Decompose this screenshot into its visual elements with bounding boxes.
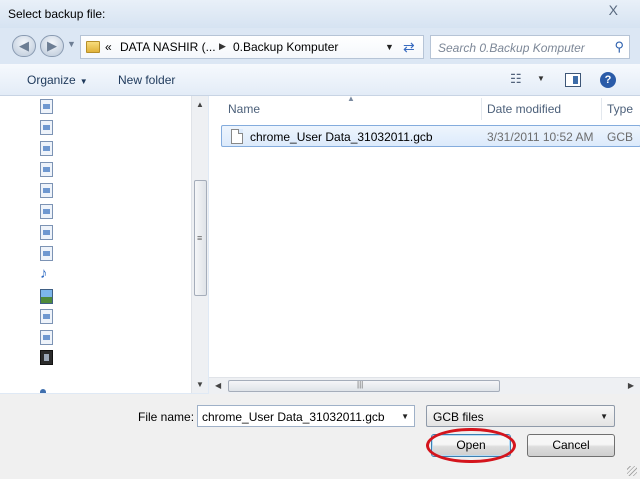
file-name-field[interactable]: chrome_User Data_31032011.gcb ▼ <box>197 405 415 427</box>
file-type-select[interactable]: GCB files ▼ <box>426 405 615 427</box>
document-icon[interactable] <box>40 99 53 114</box>
search-input[interactable]: Search 0.Backup Komputer ⚲ <box>430 35 630 59</box>
document-icon[interactable] <box>40 330 53 345</box>
breadcrumb-chevron-icon[interactable]: ▶ <box>219 41 226 52</box>
file-name-value: chrome_User Data_31032011.gcb <box>202 410 385 424</box>
organize-button[interactable]: Organize ▼ <box>27 73 88 87</box>
file-row[interactable]: chrome_User Data_31032011.gcb 3/31/2011 … <box>221 125 640 147</box>
document-icon[interactable] <box>40 120 53 135</box>
file-type: GCB <box>607 130 634 144</box>
folder-icon <box>86 41 100 53</box>
sort-arrow-icon: ▲ <box>347 94 355 103</box>
file-name: chrome_User Data_31032011.gcb <box>250 130 433 144</box>
document-icon[interactable] <box>40 183 53 198</box>
scroll-thumb[interactable]: ||| <box>228 380 500 392</box>
help-icon[interactable]: ? <box>600 72 616 88</box>
column-header-name[interactable]: Name <box>228 96 260 122</box>
chevron-down-icon: ▼ <box>79 77 88 86</box>
nav-vertical-scrollbar[interactable]: ▲ ≡ ▼ <box>191 96 208 393</box>
back-arrow-icon: ◀ <box>19 38 29 53</box>
column-header-type[interactable]: Type <box>607 96 633 122</box>
forward-button[interactable]: ▶ <box>40 35 64 57</box>
command-toolbar: Organize ▼ New folder ☷ ▼ ? <box>0 64 640 96</box>
forward-arrow-icon: ▶ <box>47 38 57 53</box>
close-icon[interactable]: X <box>609 2 618 18</box>
network-icon[interactable] <box>40 389 46 393</box>
navigation-pane: ♪ <box>0 96 208 393</box>
pictures-icon[interactable] <box>40 289 53 304</box>
horizontal-scrollbar[interactable]: ◀ ||| ▶ <box>209 377 640 394</box>
document-icon[interactable] <box>40 246 53 261</box>
document-icon[interactable] <box>40 204 53 219</box>
preview-pane-icon[interactable] <box>565 73 581 87</box>
back-button[interactable]: ◀ <box>12 35 36 57</box>
search-placeholder: Search 0.Backup Komputer <box>438 41 585 55</box>
scroll-down-icon[interactable]: ▼ <box>196 380 204 389</box>
file-date: 3/31/2011 10:52 AM <box>487 130 594 144</box>
address-dropdown-icon[interactable]: ▼ <box>385 42 394 52</box>
cancel-button[interactable]: Cancel <box>527 434 615 457</box>
column-divider[interactable] <box>601 98 602 120</box>
change-view-icon[interactable]: ☷ <box>510 71 522 87</box>
column-divider[interactable] <box>481 98 482 120</box>
video-icon[interactable] <box>40 350 53 365</box>
grip-icon: ||| <box>357 380 364 389</box>
scroll-thumb[interactable]: ≡ <box>194 180 207 296</box>
breadcrumb-overflow[interactable]: « <box>105 40 112 54</box>
document-icon[interactable] <box>40 162 53 177</box>
column-header-date[interactable]: Date modified <box>487 96 561 122</box>
view-dropdown-icon[interactable]: ▼ <box>537 74 545 83</box>
document-icon[interactable] <box>40 309 53 324</box>
scroll-right-icon[interactable]: ▶ <box>628 381 634 390</box>
grip-icon: ≡ <box>197 233 203 243</box>
dialog-footer: File name: chrome_User Data_31032011.gcb… <box>0 394 640 479</box>
chevron-down-icon[interactable]: ▼ <box>401 412 409 421</box>
file-name-label: File name: <box>138 410 195 424</box>
open-button[interactable]: Open <box>431 434 511 457</box>
document-icon[interactable] <box>40 141 53 156</box>
organize-label: Organize <box>27 73 76 87</box>
address-bar[interactable]: « DATA NASHIR (... ▶ 0.Backup Komputer ▼… <box>80 35 424 59</box>
address-row: ◀ ▶ ▼ « DATA NASHIR (... ▶ 0.Backup Komp… <box>0 28 640 64</box>
search-icon[interactable]: ⚲ <box>614 39 624 55</box>
music-icon[interactable]: ♪ <box>40 266 53 281</box>
refresh-icon[interactable]: ⇄ <box>403 39 415 56</box>
document-icon[interactable] <box>40 225 53 240</box>
file-type-value: GCB files <box>433 410 484 424</box>
title-bar: Select backup file: X <box>0 0 640 28</box>
resize-grip[interactable] <box>627 466 637 476</box>
breadcrumb-item[interactable]: 0.Backup Komputer <box>233 40 338 54</box>
file-icon <box>231 129 243 144</box>
window-title: Select backup file: <box>8 7 106 21</box>
scroll-left-icon[interactable]: ◀ <box>215 381 221 390</box>
chevron-down-icon: ▼ <box>600 412 608 421</box>
scroll-up-icon[interactable]: ▲ <box>196 100 204 109</box>
breadcrumb-item[interactable]: DATA NASHIR (... <box>120 40 216 54</box>
file-list: ▲ Name Date modified Type chrome_User Da… <box>209 94 640 393</box>
new-folder-button[interactable]: New folder <box>118 73 175 87</box>
history-dropdown-icon[interactable]: ▼ <box>67 39 76 49</box>
